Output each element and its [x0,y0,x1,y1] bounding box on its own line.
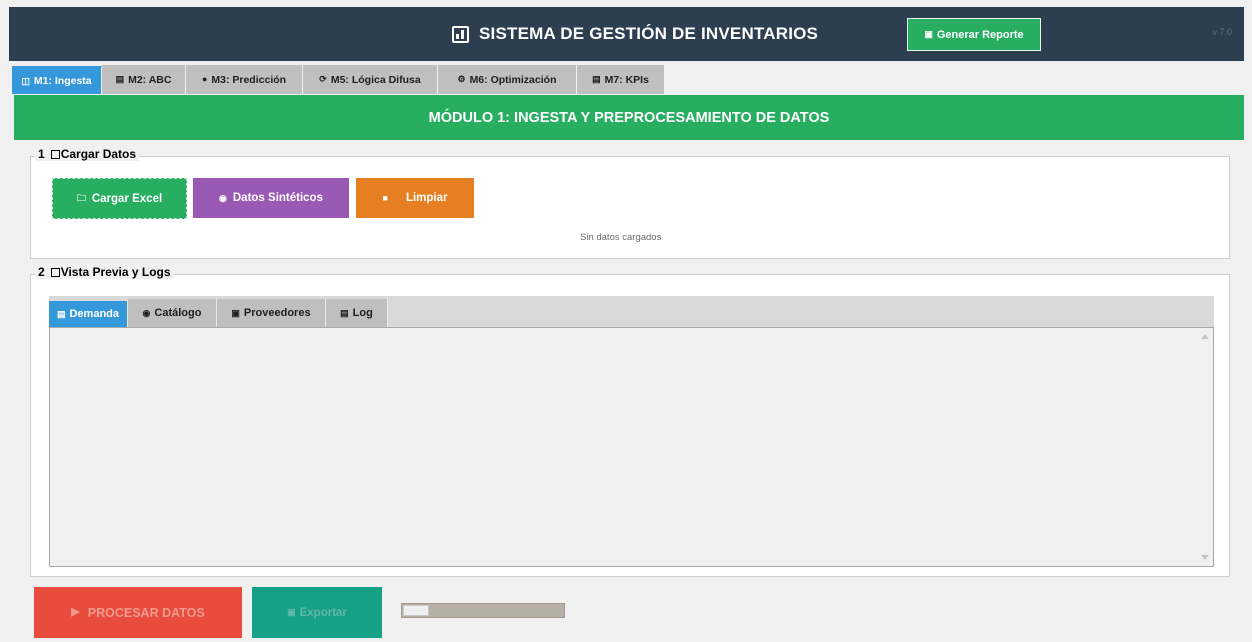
dot-icon: ● [201,74,208,84]
clear-button[interactable]: ■ Limpiar [356,178,474,218]
checkbox-icon [50,149,60,159]
tab-label: M7: KPIs [604,73,649,86]
save-icon: ▣ [287,607,296,617]
tab-m7-kpis[interactable]: ▤ M7: KPIs [577,65,665,94]
process-data-label: PROCESAR DATOS [87,605,205,620]
briefcase-icon: ▣ [924,29,933,39]
tab-label: Proveedores [243,307,311,319]
data-status: Sin datos cargados [580,232,662,243]
section-title: 2 Vista Previa y Logs [35,265,174,279]
tab-label: Log [352,307,373,319]
tab-log[interactable]: ▤ Log [326,299,388,327]
clear-label: Limpiar [405,192,448,204]
truck-icon: ▣ [231,307,240,318]
load-excel-button[interactable]: 🗀 Cargar Excel [52,178,187,219]
module-banner: MÓDULO 1: INGESTA Y PREPROCESAMIENTO DE … [14,95,1244,140]
inbox-icon: ◫ [21,75,30,86]
tab-m2-abc[interactable]: ▤ M2: ABC [102,65,186,94]
tab-demanda[interactable]: ▤ Demanda [49,301,128,327]
tab-label: M2: ABC [128,73,172,86]
section-number: 2 [38,265,45,279]
dice-icon: ◉ [219,192,227,203]
process-data-button[interactable]: ▶ PROCESAR DATOS [34,587,242,638]
generate-report-button[interactable]: ▣ Generar Reporte [907,18,1041,51]
tab-m6-optimizacion[interactable]: ⚙ M6: Optimización [438,65,577,94]
version-label: v 7.0 [1212,27,1232,37]
export-label: Exportar [299,606,347,619]
trend-icon: ▤ [592,74,601,84]
doc-icon: ▤ [340,307,349,318]
section-title: 1 Cargar Datos [35,147,140,161]
progress-fill [403,605,429,616]
app-title: SISTEMA DE GESTIÓN DE INVENTARIOS [479,24,819,43]
gear-icon: ⚙ [457,74,466,84]
tab-catalogo[interactable]: ◉ Catálogo [128,299,217,327]
chart-icon: ▤ [115,74,125,84]
chart-icon: ▤ [56,308,66,319]
section-label: Cargar Datos [60,147,137,161]
trash-icon: ■ [382,192,388,203]
box-icon: ◉ [142,307,151,318]
tab-m1-ingesta[interactable]: ◫ M1: Ingesta [12,66,102,94]
module-tabs: ◫ M1: Ingesta ▤ M2: ABC ● M3: Predicción… [12,64,665,94]
load-excel-label: Cargar Excel [91,192,163,205]
tab-label: Catálogo [154,307,202,319]
tab-m5-logica-difusa[interactable]: ⟳ M5: Lógica Difusa [303,65,438,94]
folder-icon: 🗀 [76,193,86,203]
tab-label: M5: Lógica Difusa [330,73,421,86]
preview-text-area[interactable] [49,327,1214,567]
app-header: SISTEMA DE GESTIÓN DE INVENTARIOS ▣ Gene… [9,7,1244,61]
scroll-up-icon[interactable] [1201,334,1209,339]
tab-label: M6: Optimización [469,73,557,86]
section-label: Vista Previa y Logs [60,265,171,279]
checkbox-icon [50,267,60,277]
generate-report-label: Generar Reporte [936,28,1024,41]
tab-proveedores[interactable]: ▣ Proveedores [217,299,326,327]
synthetic-data-button[interactable]: ◉ Datos Sintéticos [193,178,349,218]
bar-chart-icon [452,26,469,43]
cycle-icon: ⟳ [319,74,327,84]
tab-label: M1: Ingesta [33,75,92,87]
section-number: 1 [38,147,45,161]
scroll-down-icon[interactable] [1201,555,1209,560]
tab-m3-prediccion[interactable]: ● M3: Predicción [186,65,303,94]
tab-label: M3: Predicción [211,73,287,86]
play-icon: ▶ [71,606,80,618]
vertical-scrollbar[interactable] [1198,328,1213,566]
synthetic-data-label: Datos Sintéticos [232,192,323,204]
preview-tabs: ▤ Demanda ◉ Catálogo ▣ Proveedores ▤ Log [49,298,388,327]
export-button[interactable]: ▣ Exportar [252,587,382,638]
tab-label: Demanda [69,308,120,320]
progress-bar [401,603,565,618]
